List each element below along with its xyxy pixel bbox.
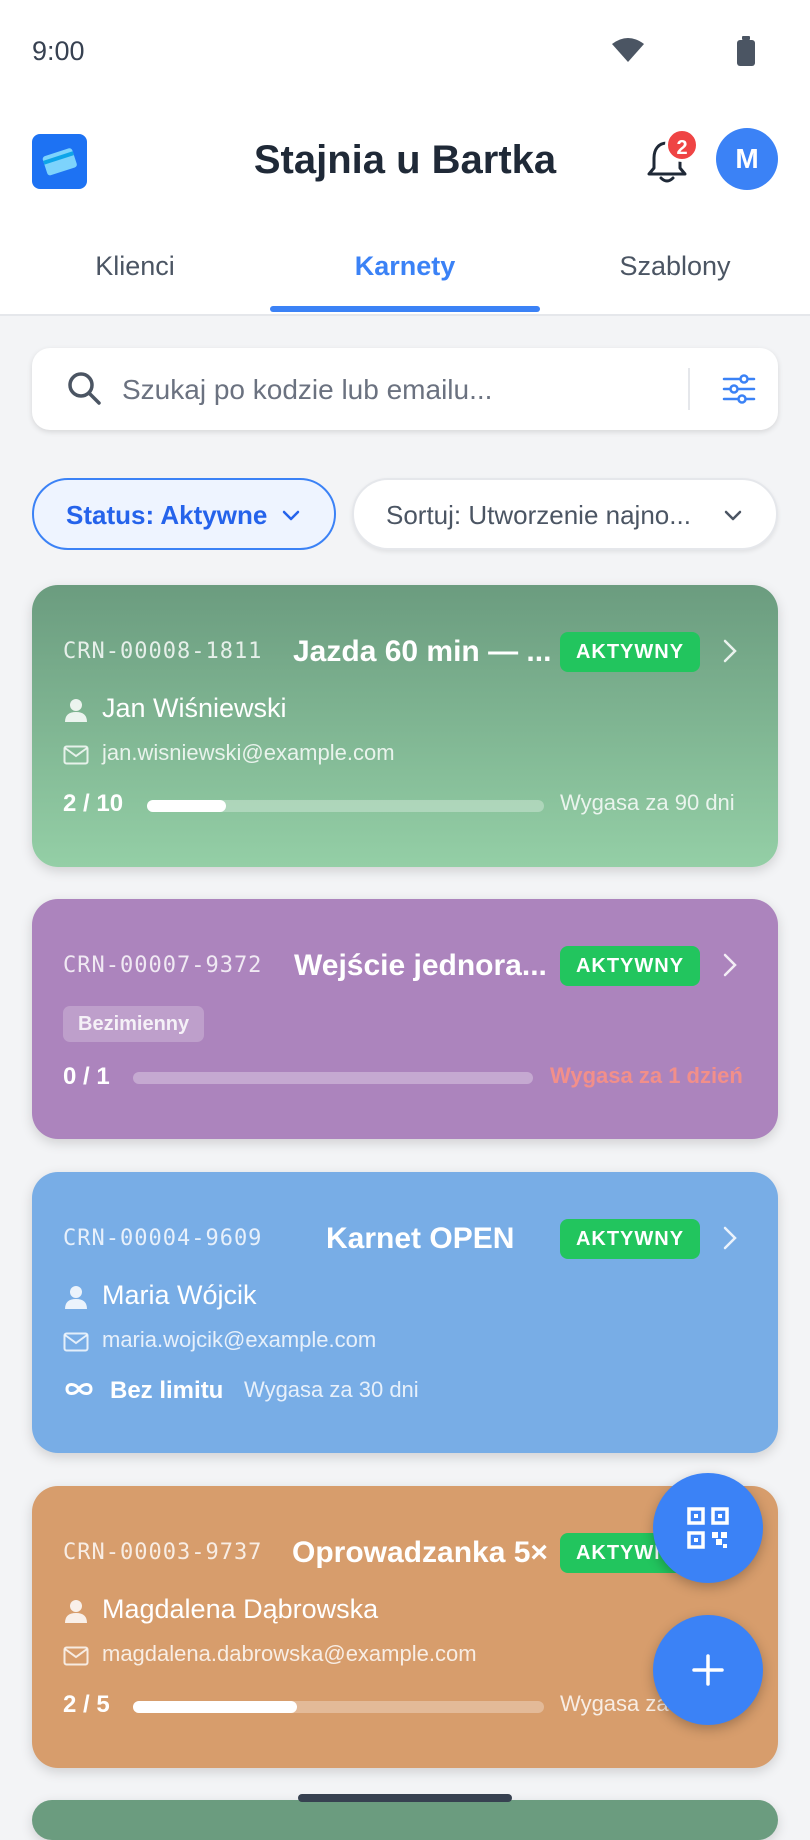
client-name: Jan Wiśniewski <box>102 693 287 723</box>
usage-count: Bez limitu <box>110 1377 224 1404</box>
client-email: magdalena.dabrowska@example.com <box>102 1641 477 1666</box>
sort-chip[interactable]: Sortuj: Utworzenie najno... <box>352 478 778 550</box>
search-icon <box>68 372 101 405</box>
usage-progress-bar <box>133 1072 533 1084</box>
tab-bar: Klienci Karnety Szablony <box>0 218 810 316</box>
chevron-right-icon <box>723 639 737 663</box>
app-bar: Stajnia u Bartka <box>0 104 810 220</box>
pass-code: CRN-00007-9372 <box>63 953 263 978</box>
status-badge: AKTYWNY <box>560 1219 700 1259</box>
notification-badge: 2 <box>665 128 699 162</box>
usage-progress-fill <box>147 800 227 812</box>
mail-icon <box>63 1646 89 1666</box>
plus-icon <box>692 1654 724 1686</box>
usage-count: 2 / 5 <box>63 1691 110 1718</box>
pass-card[interactable] <box>32 1800 778 1840</box>
mail-icon <box>63 745 89 765</box>
pass-card[interactable]: CRN-00007-9372 Wejście jednora... AKTYWN… <box>32 899 778 1139</box>
client-email: maria.wojcik@example.com <box>102 1327 377 1352</box>
search-input[interactable] <box>120 366 594 414</box>
tab-szablony[interactable]: Szablony <box>540 218 810 314</box>
pass-name: Wejście jednora... <box>294 949 547 982</box>
wifi-icon <box>612 38 644 62</box>
chevron-down-icon <box>724 510 742 521</box>
battery-icon <box>737 36 755 66</box>
usage-count: 2 / 10 <box>63 790 124 817</box>
status-badge: AKTYWNY <box>560 946 700 986</box>
search-divider <box>688 368 690 410</box>
tab-karnety[interactable]: Karnety <box>270 218 540 314</box>
mail-icon <box>63 1332 89 1352</box>
home-indicator <box>298 1794 512 1802</box>
pass-card[interactable]: CRN-00008-1811 Jazda 60 min — ... AKTYWN… <box>32 585 778 867</box>
pass-code: CRN-00003-9737 <box>63 1540 263 1565</box>
pass-name: Karnet OPEN <box>326 1222 515 1255</box>
sort-label: Sortuj: Utworzenie najno... <box>386 500 691 530</box>
pass-code: CRN-00004-9609 <box>63 1226 263 1251</box>
active-tab-indicator <box>270 306 540 312</box>
status-time: 9:00 <box>32 36 85 66</box>
search-bar <box>32 348 778 430</box>
usage-progress-fill <box>133 1701 298 1713</box>
person-icon <box>65 1286 87 1309</box>
scan-qr-button[interactable] <box>653 1473 763 1583</box>
client-email: jan.wisniewski@example.com <box>102 740 395 765</box>
pass-card[interactable]: CRN-00004-9609 Karnet OPEN AKTYWNY Maria… <box>32 1172 778 1453</box>
status-bar: 9:00 <box>0 0 810 104</box>
person-icon <box>65 1600 87 1623</box>
person-icon <box>65 699 87 722</box>
chevron-down-icon <box>282 510 300 521</box>
status-filter-chip[interactable]: Status: Aktywne <box>32 478 336 550</box>
pass-name: Jazda 60 min — ... <box>293 635 552 668</box>
qr-code-icon <box>687 1507 729 1549</box>
usage-progress-bar <box>147 800 544 812</box>
tab-klienci[interactable]: Klienci <box>0 218 270 314</box>
pass-code: CRN-00008-1811 <box>63 639 263 664</box>
expiry-text: Wygasa za 30 dni <box>244 1377 419 1402</box>
add-pass-button[interactable] <box>653 1615 763 1725</box>
usage-progress-bar <box>133 1701 544 1713</box>
avatar[interactable]: M <box>716 128 778 190</box>
anonymous-badge: Bezimienny <box>63 1006 205 1042</box>
expiry-text: Wygasa za 1 dzień <box>550 1063 743 1088</box>
filter-icon[interactable] <box>722 372 756 406</box>
client-name: Maria Wójcik <box>102 1280 257 1310</box>
client-name: Magdalena Dąbrowska <box>102 1594 379 1624</box>
pass-name: Oprowadzanka 5× <box>292 1536 548 1569</box>
status-filter-label: Status: Aktywne <box>66 500 268 530</box>
infinity-icon <box>65 1383 93 1395</box>
expiry-text: Wygasa za 90 dni <box>560 790 735 815</box>
chevron-right-icon <box>723 953 737 977</box>
chevron-right-icon <box>723 1226 737 1250</box>
status-badge: AKTYWNY <box>560 632 700 672</box>
usage-count: 0 / 1 <box>63 1063 110 1090</box>
